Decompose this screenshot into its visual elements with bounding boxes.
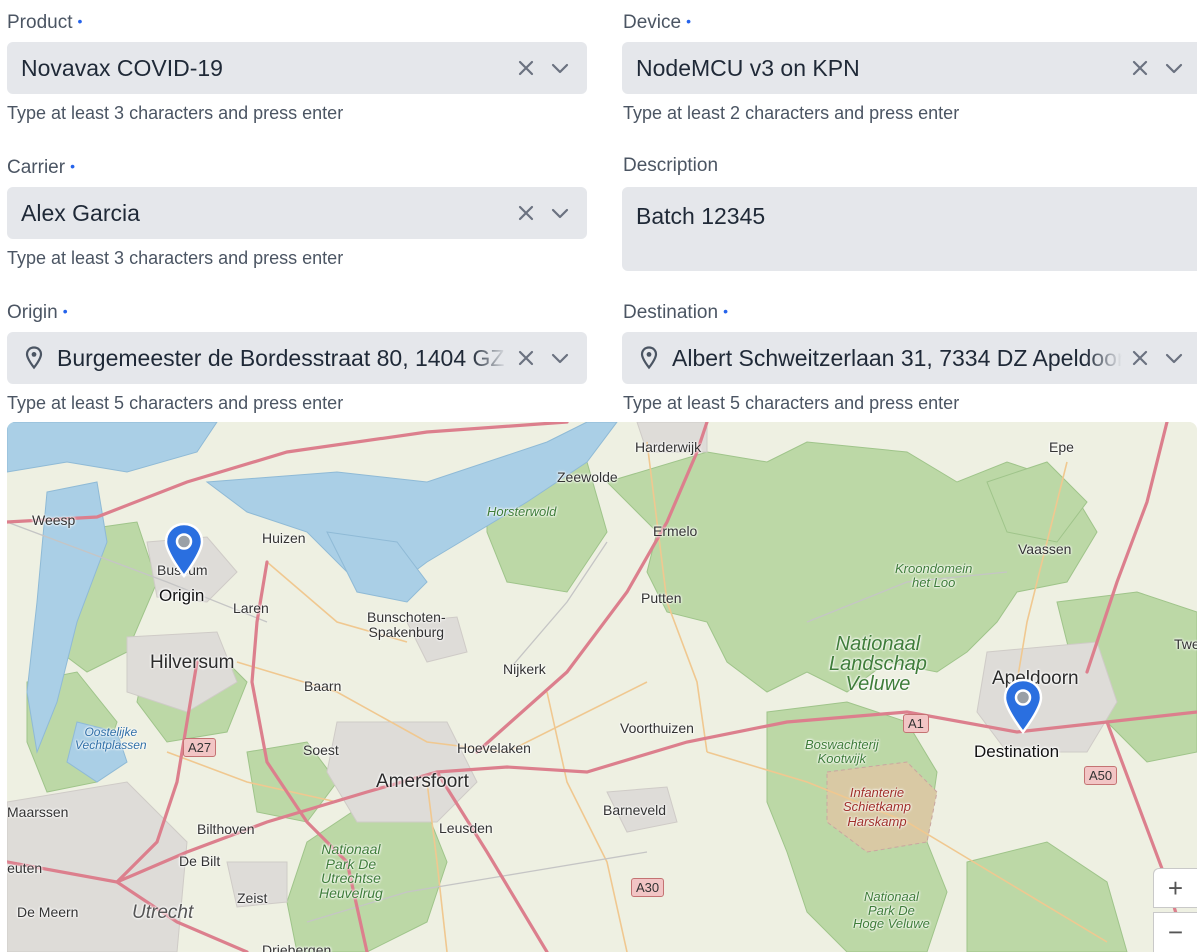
destination-hint: Type at least 5 characters and press ent… bbox=[623, 393, 960, 413]
description-textarea[interactable]: Batch 12345 bbox=[622, 187, 1197, 271]
carrier-value: Alex Garcia bbox=[21, 200, 140, 226]
origin-marker-icon[interactable] bbox=[164, 522, 204, 578]
destination-select[interactable]: Albert Schweitzerlaan 31, 7334 DZ Apeldo… bbox=[622, 332, 1197, 384]
destination-label: Destination • bbox=[623, 302, 728, 323]
required-indicator: • bbox=[62, 303, 68, 319]
place-label: Huizen bbox=[262, 530, 306, 546]
description-label: Description bbox=[623, 155, 719, 176]
place-label: Zeist bbox=[237, 890, 268, 906]
origin-value: Burgemeester de Bordesstraat 80, 1404 GZ… bbox=[57, 345, 507, 371]
carrier-hint: Type at least 3 characters and press ent… bbox=[7, 248, 344, 268]
clear-destination-icon[interactable] bbox=[1127, 345, 1153, 371]
place-label: Barneveld bbox=[603, 802, 667, 818]
product-select[interactable]: Novavax COVID-19 bbox=[7, 42, 587, 94]
road-shield: A1 bbox=[903, 714, 929, 733]
required-indicator: • bbox=[70, 158, 75, 174]
destination-marker-icon[interactable] bbox=[1003, 678, 1043, 734]
product-chevron-down-icon[interactable] bbox=[547, 55, 573, 81]
area-label: Nationaal Landschap Veluwe bbox=[829, 633, 927, 695]
place-label: Bunschoten- Spakenburg bbox=[367, 609, 446, 640]
place-label: Leusden bbox=[439, 820, 493, 836]
required-indicator: • bbox=[723, 303, 728, 319]
required-indicator: • bbox=[77, 13, 83, 29]
origin-marker-label: Origin bbox=[159, 586, 205, 605]
place-label: Vaassen bbox=[1018, 541, 1072, 557]
area-label: Horsterwold bbox=[487, 504, 557, 519]
place-label: Weesp bbox=[32, 512, 76, 528]
place-label: Baarn bbox=[304, 678, 342, 694]
road-shield: A30 bbox=[631, 878, 665, 897]
place-label: Hoevelaken bbox=[457, 740, 531, 756]
place-label: Bilthoven bbox=[197, 821, 255, 837]
place-label: Voorthuizen bbox=[620, 720, 694, 736]
zoom-in-button[interactable]: + bbox=[1153, 868, 1197, 908]
area-label: Nationaal Park De Utrechtse Heuvelrug bbox=[319, 841, 383, 902]
place-label: Putten bbox=[641, 590, 682, 606]
carrier-field: Carrier • bbox=[7, 151, 587, 181]
area-label: Kroondomein het Loo bbox=[895, 561, 973, 590]
clear-product-icon[interactable] bbox=[513, 55, 539, 81]
place-label: Ermelo bbox=[653, 523, 698, 539]
origin-chevron-down-icon[interactable] bbox=[547, 345, 573, 371]
destination-field: Destination • bbox=[623, 296, 1197, 326]
place-label: Zeewolde bbox=[557, 469, 618, 485]
place-label: Twe bbox=[1174, 636, 1197, 652]
zoom-out-button[interactable]: − bbox=[1153, 912, 1197, 952]
carrier-select[interactable]: Alex Garcia bbox=[7, 187, 587, 239]
area-label: Nationaal Park De Hoge Veluwe bbox=[853, 889, 930, 932]
origin-select[interactable]: Burgemeester de Bordesstraat 80, 1404 GZ… bbox=[7, 332, 587, 384]
place-label: Laren bbox=[233, 600, 269, 616]
device-hint: Type at least 2 characters and press ent… bbox=[623, 103, 960, 123]
map-pin-icon bbox=[640, 346, 658, 370]
place-label: Utrecht bbox=[132, 902, 194, 923]
place-label: De Meern bbox=[17, 904, 79, 920]
product-value: Novavax COVID-19 bbox=[21, 55, 223, 81]
area-label: Oostelijke Vechtplassen bbox=[75, 725, 147, 753]
device-value: NodeMCU v3 on KPN bbox=[636, 55, 860, 81]
place-label: Amersfoort bbox=[376, 771, 469, 792]
clear-device-icon[interactable] bbox=[1127, 55, 1153, 81]
place-label: Nijkerk bbox=[503, 661, 546, 677]
description-field: Description bbox=[623, 151, 1197, 181]
place-label: leuten bbox=[7, 860, 43, 876]
place-label: Harderwijk bbox=[635, 439, 702, 455]
map-pin-icon bbox=[25, 346, 43, 370]
device-field: Device • bbox=[623, 6, 1197, 36]
place-label: Epe bbox=[1049, 439, 1074, 455]
carrier-chevron-down-icon[interactable] bbox=[547, 200, 573, 226]
device-chevron-down-icon[interactable] bbox=[1161, 55, 1187, 81]
area-label: Infanterie Schietkamp Harskamp bbox=[843, 785, 911, 829]
area-label: Boswachterij Kootwijk bbox=[805, 737, 879, 766]
clear-carrier-icon[interactable] bbox=[513, 200, 539, 226]
place-label: Hilversum bbox=[150, 652, 235, 673]
origin-field: Origin • bbox=[7, 296, 587, 326]
product-label: Product • bbox=[7, 12, 83, 33]
product-hint: Type at least 3 characters and press ent… bbox=[7, 103, 344, 123]
carrier-label: Carrier • bbox=[7, 157, 75, 178]
description-value: Batch 12345 bbox=[636, 205, 766, 228]
destination-chevron-down-icon[interactable] bbox=[1161, 345, 1187, 371]
place-label: Maarssen bbox=[7, 804, 69, 820]
destination-marker-label: Destination bbox=[974, 742, 1060, 761]
device-select[interactable]: NodeMCU v3 on KPN bbox=[622, 42, 1197, 94]
origin-label: Origin • bbox=[7, 302, 68, 323]
device-label: Device • bbox=[623, 12, 691, 33]
road-shield: A27 bbox=[183, 738, 217, 757]
place-label: Soest bbox=[303, 742, 339, 758]
road-shield: A50 bbox=[1084, 766, 1118, 785]
destination-value: Albert Schweitzerlaan 31, 7334 DZ Apeldo… bbox=[672, 345, 1122, 371]
clear-origin-icon[interactable] bbox=[513, 345, 539, 371]
required-indicator: • bbox=[686, 13, 691, 29]
route-map[interactable]: Weesp Huizen Laren Hilversum Baarn Bunsc… bbox=[7, 422, 1197, 952]
place-label: Driebergen bbox=[262, 942, 332, 952]
origin-hint: Type at least 5 characters and press ent… bbox=[7, 393, 344, 413]
place-label: De Bilt bbox=[179, 853, 221, 869]
